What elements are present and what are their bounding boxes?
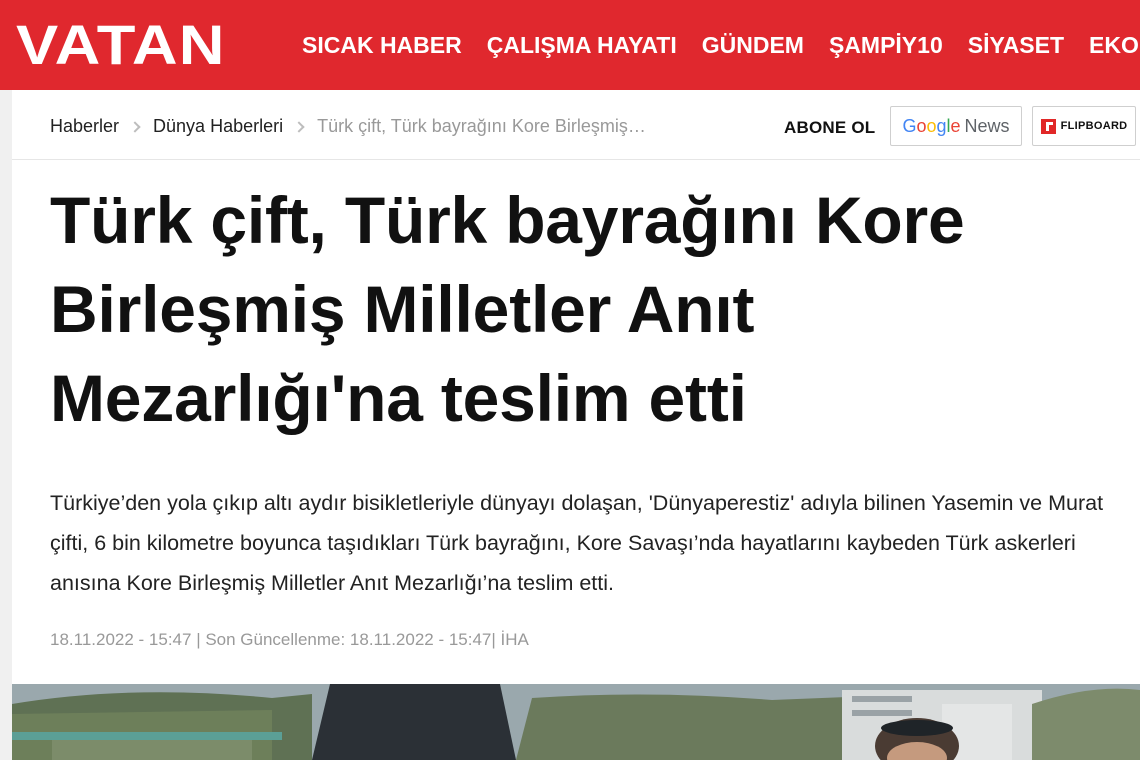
flipboard-icon	[1040, 118, 1056, 134]
photo-scene	[12, 684, 1140, 760]
nav-item-siyaset[interactable]: SİYASET	[968, 30, 1064, 60]
nav-item-sampiy10[interactable]: ŞAMPİY10	[829, 30, 943, 60]
article-meta: 18.11.2022 - 15:47 | Son Güncellenme: 18…	[50, 630, 529, 649]
nav-item-calisma-hayati[interactable]: ÇALIŞMA HAYATI	[487, 30, 677, 60]
chevron-right-icon	[293, 120, 305, 133]
article-photo	[12, 684, 1140, 760]
google-news-label: News	[964, 115, 1010, 136]
breadcrumb: Haberler Dünya Haberleri Türk çift, Türk…	[50, 116, 646, 137]
google-logo: Google	[902, 115, 961, 136]
nav-item-sicak-haber[interactable]: SICAK HABER	[302, 30, 462, 60]
nav-item-gundem[interactable]: GÜNDEM	[702, 30, 804, 60]
google-news-button[interactable]: Google News	[890, 106, 1022, 146]
site-header: VATAN SICAK HABER ÇALIŞMA HAYATI GÜNDEM …	[0, 0, 1140, 90]
breadcrumb-dunya-haberleri[interactable]: Dünya Haberleri	[153, 116, 283, 137]
flipboard-button[interactable]: FLIPBOARD	[1032, 106, 1136, 146]
nav-item-ekonomi[interactable]: EKO	[1089, 30, 1139, 60]
breadcrumb-bar: Haberler Dünya Haberleri Türk çift, Türk…	[12, 90, 1140, 160]
chevron-right-icon	[129, 120, 141, 133]
page-gutter	[0, 90, 12, 760]
vatan-logo[interactable]: VATAN	[16, 17, 226, 73]
subscribe-label: ABONE OL	[784, 118, 876, 137]
article-title: Türk çift, Türk bayrağını Kore Birleşmiş…	[50, 183, 965, 435]
main-nav: SICAK HABER ÇALIŞMA HAYATI GÜNDEM ŞAMPİY…	[302, 30, 1140, 60]
article-summary: Türkiye’den yola çıkıp altı aydır bisikl…	[50, 491, 1104, 595]
breadcrumb-haberler[interactable]: Haberler	[50, 116, 119, 137]
breadcrumb-current: Türk çift, Türk bayrağını Kore Birleşmiş…	[317, 116, 646, 136]
flipboard-label: FLIPBOARD	[1060, 120, 1128, 132]
